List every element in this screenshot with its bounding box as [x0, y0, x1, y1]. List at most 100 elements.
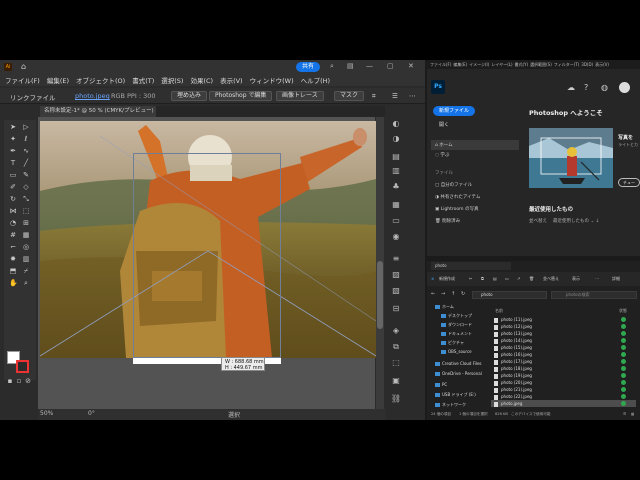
new-file-button[interactable]: 新規ファイル	[433, 106, 476, 116]
maximize-icon[interactable]: ▢	[387, 62, 394, 70]
ps-menu-view[interactable]: 表示(V)	[595, 62, 609, 68]
delete-icon[interactable]: 🗑	[529, 276, 534, 281]
home-icon[interactable]: ⌂	[21, 62, 26, 71]
nav-item-network[interactable]: ネットワーク	[435, 402, 466, 408]
width-tool-icon[interactable]: ⋈	[9, 207, 17, 215]
free-transform-icon[interactable]: ⬚	[22, 207, 30, 215]
layers-icon[interactable]: ◈	[390, 326, 402, 336]
ps-menu-file[interactable]: ファイル(F)	[430, 62, 451, 68]
menu-edit[interactable]: 編集(E)	[47, 75, 69, 85]
search-input[interactable]: photoの検索	[551, 291, 637, 299]
menu-select[interactable]: 選択(S)	[161, 75, 183, 85]
list-item[interactable]: photo (11).jpeg	[491, 316, 636, 323]
nav-item-home[interactable]: ホーム	[435, 304, 454, 310]
list-item[interactable]: photo (15).jpeg	[491, 344, 636, 351]
list-item[interactable]: photo (20).jpeg	[491, 379, 636, 386]
tiles-view-icon[interactable]: ▦	[631, 412, 634, 416]
pen-tool-icon[interactable]: ✒	[9, 147, 17, 155]
shape-builder-icon[interactable]: ◔	[9, 219, 17, 227]
zoom-tool-icon[interactable]: ⌕	[22, 279, 30, 287]
forward-icon[interactable]: →	[441, 291, 445, 297]
nav-item-pc[interactable]: PC	[435, 382, 447, 387]
sort-button[interactable]: 並べ替え	[543, 276, 559, 282]
ps-menu-select[interactable]: 選択範囲(S)	[530, 62, 552, 68]
ps-menu-edit[interactable]: 編集(E)	[453, 62, 467, 68]
help-icon[interactable]: ?	[584, 83, 588, 92]
scroll-thumb[interactable]	[377, 261, 383, 329]
sort-direction-icon[interactable]: ↓	[596, 219, 600, 224]
direct-selection-tool-icon[interactable]: ▷	[22, 123, 30, 131]
address-field[interactable]: photo	[472, 291, 547, 299]
graph-tool-icon[interactable]: ▥	[22, 255, 30, 263]
selection-bounding-box[interactable]	[133, 153, 281, 358]
symbol-sprayer-icon[interactable]: ✸	[9, 255, 17, 263]
list-item[interactable]: photo (16).jpeg	[491, 351, 636, 358]
nav-home[interactable]: ⌂ ホーム	[431, 140, 519, 150]
rotation-angle[interactable]: 0°	[88, 410, 95, 417]
align-icon[interactable]: ☰	[392, 92, 398, 100]
tutorial-button[interactable]: チュー	[618, 178, 640, 187]
list-item[interactable]: photo (18).jpeg	[491, 365, 636, 372]
color-mode-icon[interactable]: ▪	[6, 377, 14, 385]
list-item[interactable]: photo (12).jpeg	[491, 323, 636, 330]
stroke-swatch[interactable]	[16, 360, 29, 373]
list-item[interactable]: photo (22).jpeg	[491, 393, 636, 400]
share-icon[interactable]: ↗	[517, 276, 520, 281]
nav-item-obs-source[interactable]: OBS_source	[441, 349, 472, 354]
curvature-tool-icon[interactable]: ∿	[22, 147, 30, 155]
rename-icon[interactable]: ▭	[505, 276, 509, 281]
document-tab[interactable]: 名称未設定-1* @ 50 % (CMYK/プレビュー)	[40, 106, 156, 117]
selection-tool-icon[interactable]: ➤	[9, 123, 17, 131]
nav-deleted[interactable]: 🗑 削除済み	[435, 218, 460, 224]
nav-shared[interactable]: ◑ 共有されたアイテム	[435, 194, 480, 200]
scale-tool-icon[interactable]: ⤡	[22, 195, 30, 203]
image-trace-button[interactable]: 画像トレース	[276, 91, 324, 101]
zoom-level[interactable]: 50%	[40, 410, 53, 417]
menu-window[interactable]: ウィンドウ(W)	[250, 75, 294, 85]
column-name[interactable]: 名前	[495, 308, 503, 314]
column-status[interactable]: 状態	[619, 308, 627, 314]
copy-icon[interactable]: ⧉	[481, 276, 484, 281]
view-button[interactable]: 表示	[572, 276, 580, 282]
transparency-icon[interactable]: ▧	[390, 286, 402, 296]
vertical-scrollbar[interactable]	[376, 117, 384, 409]
nav-item-pictures[interactable]: ピクチャ	[441, 340, 464, 346]
links-icon[interactable]: ⛓	[390, 394, 402, 404]
gradient-mode-icon[interactable]: ▫	[15, 377, 23, 385]
paste-icon[interactable]: ▤	[493, 276, 497, 281]
linked-file-label[interactable]: リンクファイル	[10, 92, 56, 102]
rotate-tool-icon[interactable]: ↻	[9, 195, 17, 203]
gradient-tool-icon[interactable]: ▦	[22, 231, 30, 239]
stroke-panel-icon[interactable]: ≡	[390, 254, 402, 264]
brushes-icon[interactable]: ▭	[390, 216, 402, 226]
shaper-tool-icon[interactable]: ✐	[9, 183, 17, 191]
blend-tool-icon[interactable]: ◎	[22, 243, 30, 251]
mask-button[interactable]: マスク	[334, 91, 365, 101]
open-button[interactable]: 開く	[439, 121, 449, 128]
embed-button[interactable]: 埋め込み	[171, 91, 208, 101]
eraser-tool-icon[interactable]: ◇	[22, 183, 30, 191]
ps-menu-3d[interactable]: 3D(D)	[581, 62, 593, 67]
list-item-selected[interactable]: photo.jpeg	[491, 400, 636, 407]
libraries-icon[interactable]: ▤	[390, 152, 402, 162]
menu-object[interactable]: オブジェクト(O)	[76, 75, 125, 85]
list-item[interactable]: photo (17).jpeg	[491, 358, 636, 365]
share-button[interactable]: 共有	[296, 62, 321, 72]
list-item[interactable]: photo (19).jpeg	[491, 372, 636, 379]
cloud-icon[interactable]: ☁	[567, 83, 575, 92]
club-icon[interactable]: ♣	[390, 182, 402, 192]
menu-type[interactable]: 書式(T)	[132, 75, 154, 85]
sort-dropdown[interactable]: 最近使用したもの ⌄ ↓	[553, 218, 599, 224]
more-options-icon[interactable]: ⋯	[409, 92, 416, 100]
nav-lightroom[interactable]: ▣ Lightroom の写真	[435, 206, 479, 212]
arrange-icon[interactable]: ▤	[347, 62, 354, 70]
menu-view[interactable]: 表示(V)	[220, 75, 243, 85]
notifications-icon[interactable]: ◍	[601, 83, 608, 92]
up-icon[interactable]: ↑	[451, 291, 455, 297]
nav-item-downloads[interactable]: ダウンロード	[441, 322, 472, 328]
line-tool-icon[interactable]: ╱	[22, 159, 30, 167]
assets-icon[interactable]: ⬚	[390, 358, 402, 368]
ps-menu-layer[interactable]: レイヤー(L)	[491, 62, 512, 68]
mesh-tool-icon[interactable]: #	[9, 231, 17, 239]
type-tool-icon[interactable]: T	[9, 159, 17, 167]
